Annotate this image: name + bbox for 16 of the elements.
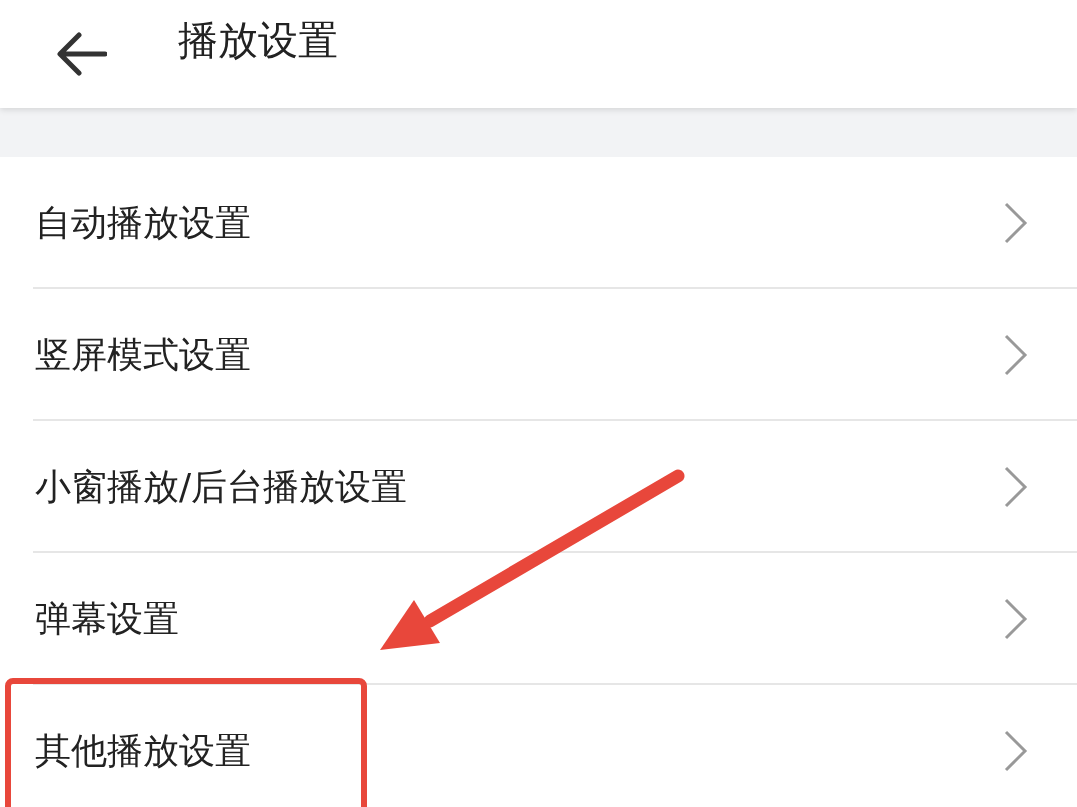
chevron-right-icon	[1003, 465, 1029, 509]
row-label: 自动播放设置	[35, 205, 252, 241]
chevron-right-icon	[1003, 597, 1029, 641]
row-label: 弹幕设置	[35, 601, 180, 637]
back-arrow-icon	[57, 32, 107, 76]
row-label: 竖屏模式设置	[35, 337, 252, 373]
settings-row[interactable]: 自动播放设置	[0, 157, 1077, 289]
settings-row[interactable]: 小窗播放/后台播放设置	[0, 421, 1077, 553]
row-label: 其他播放设置	[35, 733, 252, 769]
chevron-right-icon	[1003, 333, 1029, 377]
settings-row[interactable]: 竖屏模式设置	[0, 289, 1077, 421]
chevron-right-icon	[1003, 729, 1029, 773]
chevron-right-icon	[1003, 201, 1029, 245]
page-title: 播放设置	[178, 20, 338, 60]
settings-row[interactable]: 其他播放设置	[0, 685, 1077, 807]
row-label: 小窗播放/后台播放设置	[35, 469, 409, 505]
